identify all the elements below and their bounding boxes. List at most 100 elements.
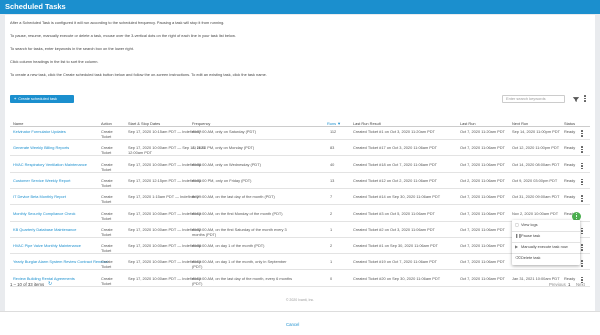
- status-text: Ready: [564, 194, 576, 200]
- column-header-name[interactable]: Name: [13, 121, 23, 126]
- table-row: Kelvinator Formulator Updates Create Ticke…: [10, 127, 590, 140]
- row-actions-icon[interactable]: [580, 178, 584, 186]
- last-run-text: Oct 7, 2020 11:06am PDT: [460, 226, 505, 232]
- last-run-text: Oct 7, 2020 11:06am PDT: [460, 161, 505, 167]
- task-name-link[interactable]: Customer Service Weekly Report: [13, 178, 70, 183]
- status-text: Ready: [564, 145, 576, 151]
- current-page: 1: [568, 282, 571, 287]
- last-run-text: Oct 7, 2020 11:20am PDT: [460, 129, 505, 134]
- menu-item-view-logs[interactable]: ▢ View logs: [515, 221, 579, 229]
- dates-text: Sep 17, 2020 10:00am PDT — Indefinitely: [128, 210, 201, 216]
- action-text: Ticket: [101, 199, 112, 205]
- last-run-text: Oct 2, 2020 11:06am PDT: [460, 177, 505, 183]
- row-actions-icon[interactable]: [580, 227, 584, 235]
- next-run-text: Nov 2, 2020 10:00am PDT: [512, 210, 559, 216]
- intro-text: To create a new task, click the Create s…: [10, 72, 267, 77]
- row-actions-icon[interactable]: [580, 130, 584, 137]
- column-header-action[interactable]: Action: [101, 121, 112, 126]
- row-actions-icon[interactable]: [580, 146, 584, 153]
- task-name-link[interactable]: Kelvinator Formulator Updates: [13, 129, 66, 134]
- task-name-link[interactable]: HVAC Respiratory Ventilation Maintenance: [13, 162, 87, 167]
- last-result-text: Created Ticket #19 on Oct 7, 2020 11:06a…: [353, 259, 438, 265]
- frequency-text: At 07:00 AM, only on Saturday (PDT): [192, 129, 257, 134]
- dates-text: Sep 17, 2020 10:00am PDT — Indefinitely: [128, 161, 201, 167]
- column-header-next-run[interactable]: Next Run: [512, 121, 528, 126]
- table-row: HVAC Pipe Valve Monthly Maintenance Creat…: [10, 241, 590, 255]
- trash-icon: ⌫: [515, 255, 521, 260]
- previous-page-button[interactable]: Previous: [549, 282, 566, 287]
- column-header-dates[interactable]: Start & Stop Dates: [128, 121, 160, 126]
- refresh-icon[interactable]: ↻: [48, 282, 53, 287]
- row-actions-icon[interactable]: [580, 244, 584, 251]
- last-result-text: Created Ticket #14 on Sep 30, 2020 11:06…: [353, 194, 441, 200]
- last-result-text: Created Ticket #12 on Oct 2, 2020 11:06a…: [353, 177, 438, 183]
- page-title: Scheduled Tasks: [5, 2, 66, 11]
- create-scheduled-task-button[interactable]: + Create scheduled task: [10, 95, 74, 103]
- cancel-button[interactable]: Cancel: [286, 322, 299, 327]
- table-row: Monthly Security Compliance Check Create T…: [10, 209, 590, 222]
- last-run-text: Oct 7, 2020 11:06am PDT: [460, 243, 505, 249]
- action-text: Ticket: [101, 215, 112, 221]
- action-text: Ticket: [101, 150, 112, 156]
- next-page-button[interactable]: Next: [576, 282, 585, 287]
- action-text: Ticket: [101, 231, 112, 237]
- search-input[interactable]: Enter search keywords: [502, 95, 565, 103]
- plus-icon: +: [14, 96, 17, 101]
- status-text: Ready: [564, 161, 576, 167]
- action-text: Ticket: [101, 280, 112, 286]
- frequency-text: (PDT): [192, 280, 203, 286]
- frequency-text: At 10:00 AM, on the first Monday of the …: [192, 210, 283, 216]
- next-run-text: Oct 12, 2020 11:00pm PDT: [512, 145, 560, 151]
- task-name-link[interactable]: Review Building Rental Agreements: [13, 276, 75, 281]
- last-result-text: Created Ticket #3 on Oct 5, 2020 11:06am…: [353, 210, 435, 216]
- runs-count: 112: [330, 129, 337, 134]
- row-actions-icon[interactable]: [580, 162, 584, 170]
- dates-text: Sep 17, 2020 1:15am PDT — Indefinitely: [128, 194, 199, 200]
- main-content: After a Scheduled Task is configured it …: [5, 15, 595, 311]
- menu-item-pause-task[interactable]: ❚❚Pause task: [515, 232, 579, 240]
- runs-count: 40: [330, 161, 335, 167]
- task-name-link[interactable]: Yearly Burglar Alarm System Review Contr…: [13, 259, 108, 264]
- last-run-text: Oct 7, 2020 11:06am PDT: [460, 275, 505, 281]
- column-header-runs[interactable]: Runs ▼: [327, 121, 341, 126]
- row-actions-icon[interactable]: [580, 260, 584, 267]
- action-text: Ticket: [101, 134, 112, 139]
- page-header: Scheduled Tasks: [0, 0, 600, 14]
- last-result-text: Created Ticket #20 on Sep 30, 2020 11:06…: [353, 275, 441, 281]
- pagination-count: 1 – 10 of 33 items: [10, 282, 45, 287]
- table-row: Generate Weekly Billing Reports Create Tic…: [10, 143, 590, 157]
- last-run-text: Oct 7, 2020 11:06am PDT: [460, 194, 505, 200]
- task-name-link[interactable]: KB Quarterly Database Maintenance: [13, 227, 76, 232]
- runs-count: 1: [330, 259, 333, 265]
- dates-text: Sep 17, 2020 10:00am PDT — Indefinitely: [128, 243, 201, 249]
- last-run-text: Oct 7, 2020 11:06am PDT: [460, 259, 505, 265]
- column-header-status[interactable]: Status: [564, 121, 575, 126]
- column-header-frequency[interactable]: Frequency: [192, 121, 210, 126]
- next-run-text: Sep 14, 2020 11:00pm PDT: [512, 129, 560, 134]
- task-name-link[interactable]: Monthly Security Compliance Check: [13, 211, 76, 216]
- action-text: Ticket: [101, 166, 112, 172]
- runs-count: 0: [330, 275, 333, 281]
- runs-count: 13: [330, 177, 335, 183]
- kebab-icon[interactable]: [583, 95, 587, 103]
- last-result-text: Created Ticket #17 on Oct 3, 2020 11:06a…: [353, 145, 438, 151]
- filter-icon[interactable]: [572, 96, 580, 103]
- frequency-text: months (PDT): [192, 231, 217, 237]
- frequency-text: At 08:00 AM, only on Wednesday (PDT): [192, 161, 261, 167]
- table-header: Name Action Start & Stop Dates Frequency…: [10, 119, 590, 127]
- dates-text: Sep 17, 2020 10:00am PDT — Indefinitely: [128, 259, 201, 265]
- row-actions-menu: ▢ View logs ❚❚Pause task ▶ Manually execut…: [512, 220, 580, 265]
- last-run-text: Oct 7, 2020 11:06am PDT: [460, 210, 505, 216]
- table-row: HVAC Respiratory Ventilation Maintenance…: [10, 160, 590, 173]
- row-actions-icon[interactable]: [580, 195, 584, 202]
- menu-item-delete-task[interactable]: ⌫Delete task: [515, 254, 579, 262]
- task-name-link[interactable]: HVAC Pipe Valve Monthly Maintenance: [13, 243, 81, 248]
- intro-text: To pause, resume, manually execute or de…: [10, 33, 236, 38]
- column-header-last-run[interactable]: Last Run: [460, 121, 476, 126]
- column-header-last-result[interactable]: Last Run Result: [353, 121, 381, 126]
- task-name-link[interactable]: IT Device Beta Monthly Report: [13, 194, 66, 199]
- runs-count: 83: [330, 145, 335, 151]
- task-name-link[interactable]: Generate Weekly Billing Reports: [13, 145, 69, 150]
- menu-item-execute-now[interactable]: ▶ Manually execute task now: [515, 243, 579, 251]
- next-run-text: Oct 14, 2020 08:00am PDT: [512, 161, 560, 167]
